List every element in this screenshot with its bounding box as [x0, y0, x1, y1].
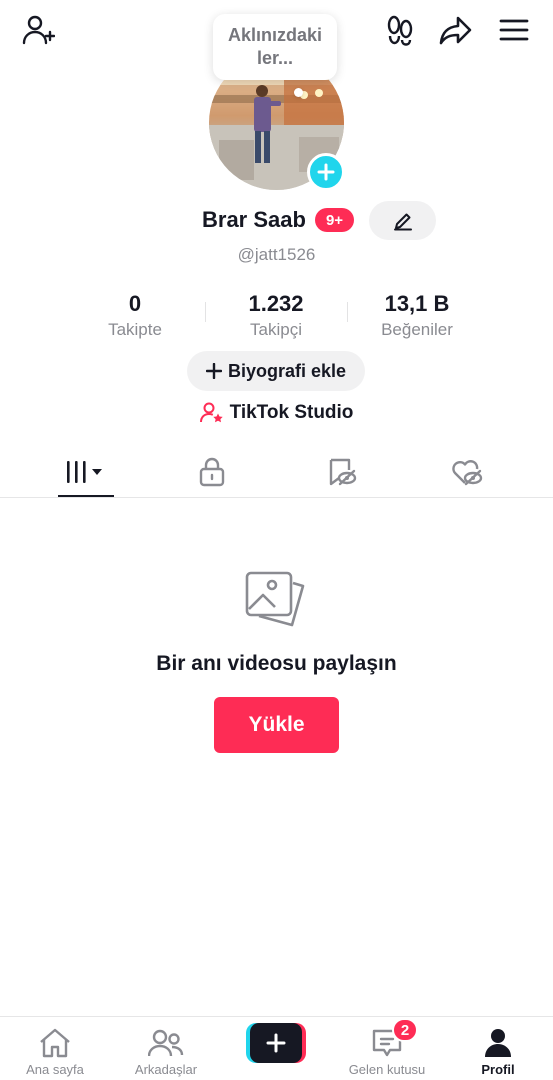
nav-label: Gelen kutusu: [348, 1062, 426, 1077]
home-icon: [38, 1027, 72, 1059]
videos-grid-icon: [65, 459, 107, 485]
thought-bubble-text: Aklınızdaki ler...: [227, 25, 323, 68]
plus-icon: [205, 363, 222, 379]
notification-badge[interactable]: 9+: [315, 208, 354, 232]
tab-private[interactable]: [143, 446, 281, 498]
add-bio-button[interactable]: Biyografi ekle: [187, 351, 365, 391]
stat-label: Takipte: [108, 320, 162, 339]
add-friend-icon[interactable]: [20, 12, 56, 48]
stat-likes[interactable]: 13,1 B Beğeniler: [347, 291, 487, 340]
create-plus-icon: [266, 1033, 286, 1053]
share-arrow-icon[interactable]: [438, 12, 474, 48]
stat-following[interactable]: 0 Takipte: [65, 291, 205, 340]
nav-home[interactable]: Ana sayfa: [0, 1017, 110, 1080]
hamburger-menu-icon[interactable]: [496, 12, 532, 48]
favorites-hidden-icon: [327, 457, 357, 487]
tiktok-studio-link[interactable]: TikTok Studio: [0, 402, 553, 424]
nav-friends[interactable]: Arkadaşlar: [111, 1017, 221, 1080]
thought-bubble[interactable]: Aklınızdaki ler...: [213, 14, 337, 80]
nav-label: Profil: [481, 1062, 515, 1077]
creator-star-icon: [199, 402, 224, 424]
edit-profile-button[interactable]: [369, 201, 436, 240]
stat-value: 13,1 B: [384, 291, 450, 316]
empty-state-title: Bir anı videosu paylaşın: [156, 652, 397, 675]
add-story-button[interactable]: [307, 153, 345, 191]
nav-profile[interactable]: Profil: [443, 1017, 553, 1080]
inbox-badge: 2: [392, 1018, 418, 1042]
pencil-icon: [393, 211, 413, 231]
footprints-icon[interactable]: [382, 12, 418, 48]
stat-label: Takipçi: [250, 320, 302, 339]
tab-videos[interactable]: [17, 446, 155, 498]
upload-button[interactable]: Yükle: [214, 697, 339, 753]
stat-value: 0: [128, 291, 142, 316]
tab-favorites[interactable]: [273, 446, 411, 498]
nav-label: Ana sayfa: [26, 1062, 84, 1077]
nav-label: Arkadaşlar: [134, 1062, 198, 1077]
tiktok-studio-label: TikTok Studio: [229, 402, 354, 423]
profile-name: Brar Saab: [202, 207, 306, 232]
tabs-divider: [0, 497, 553, 498]
profile-icon: [483, 1027, 513, 1059]
tab-liked[interactable]: [398, 446, 536, 498]
stat-label: Beğeniler: [381, 320, 453, 339]
stat-value: 1.232: [248, 291, 304, 316]
liked-hidden-icon: [451, 457, 483, 487]
stat-followers[interactable]: 1.232 Takipçi: [206, 291, 346, 340]
thought-bubble-tail: [294, 88, 303, 97]
add-bio-label: Biyografi ekle: [227, 360, 347, 381]
create-button[interactable]: [246, 1023, 306, 1063]
friends-icon: [148, 1027, 184, 1059]
lock-icon: [199, 457, 225, 487]
profile-handle: @jatt1526: [237, 245, 316, 264]
photos-icon: [243, 567, 309, 633]
nav-inbox[interactable]: Gelen kutusu: [332, 1017, 442, 1080]
